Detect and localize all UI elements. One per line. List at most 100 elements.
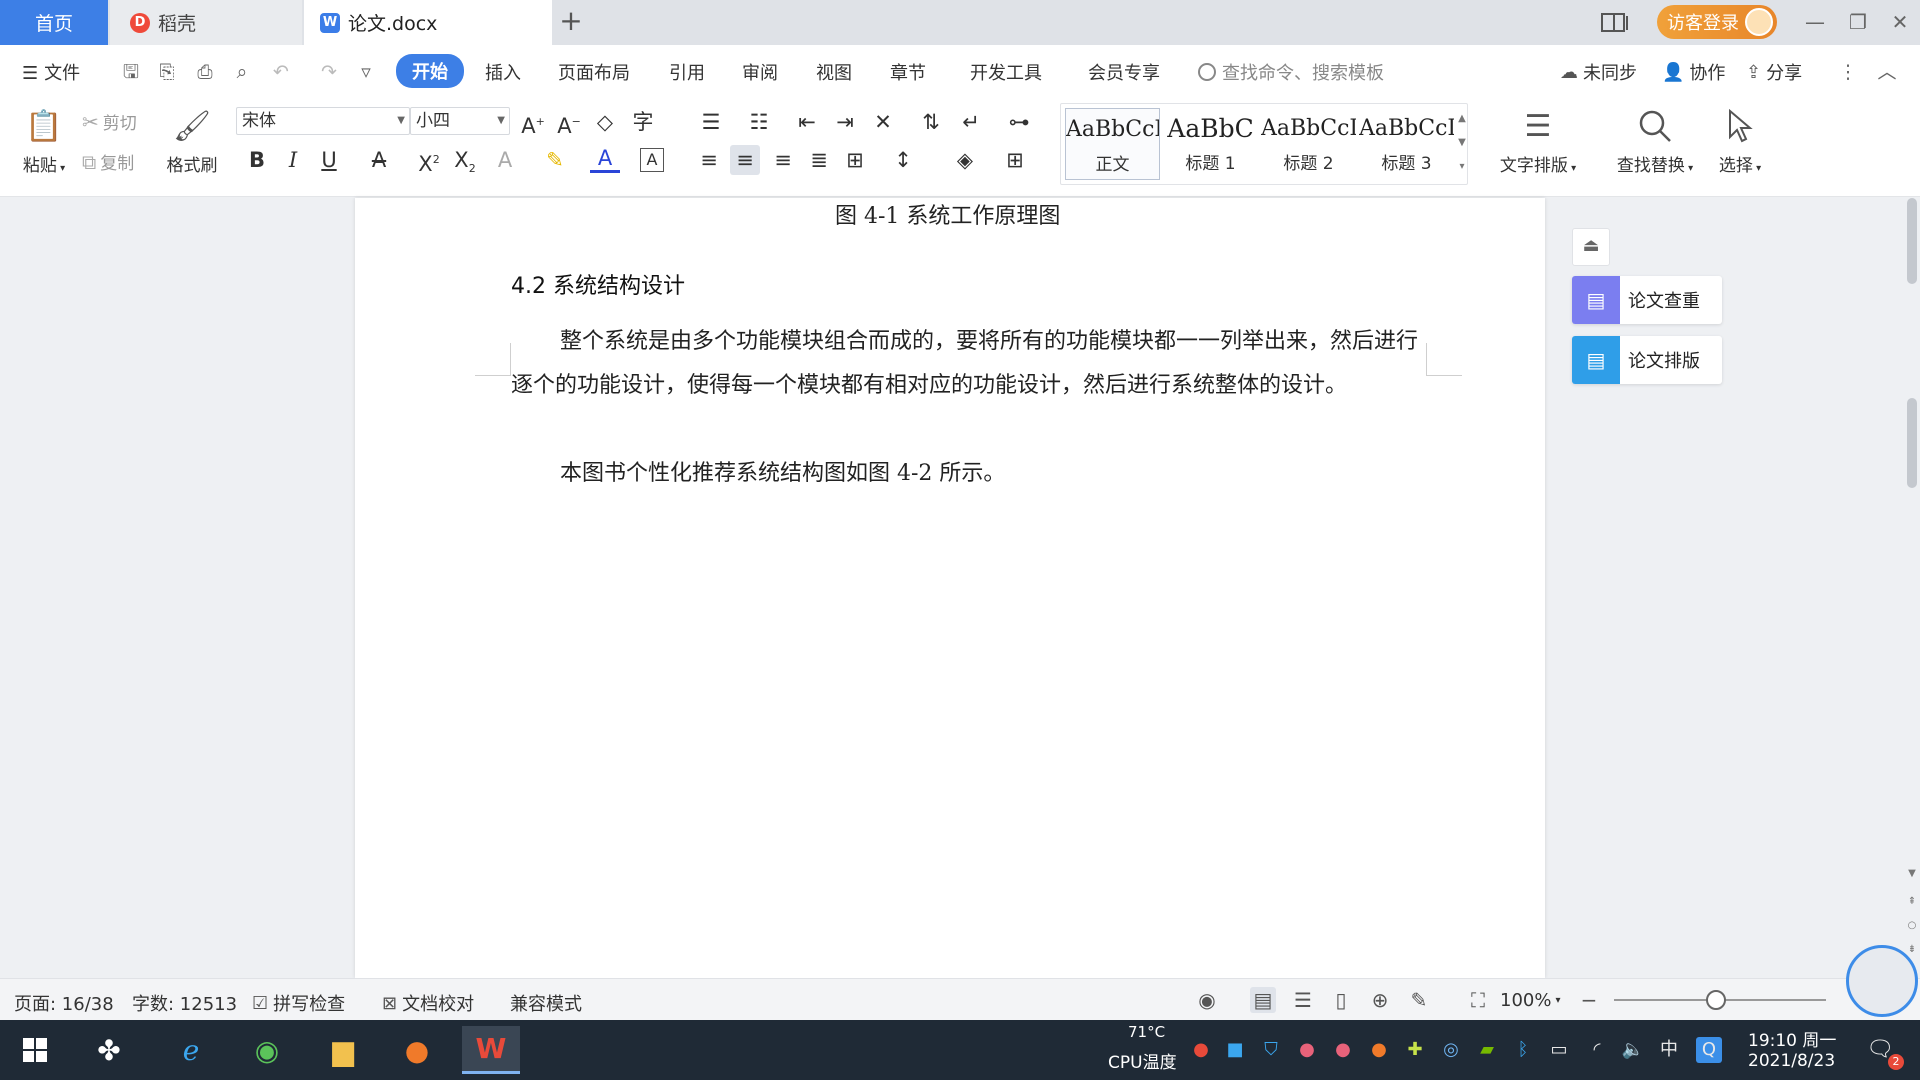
select-browse-icon[interactable]: ○ [1904,920,1920,931]
menu-insert[interactable]: 插入 [485,59,521,85]
print-icon[interactable]: ⎙ [192,59,218,85]
zoom-level-select[interactable]: 100% ▾ [1500,990,1561,1011]
tray-app-icon[interactable]: ◎ [1438,1037,1464,1063]
paper-layout-button[interactable]: ▤ 论文排版 [1572,336,1722,384]
style-heading-1[interactable]: AaBbC 标题 1 [1163,108,1258,180]
underline-icon[interactable]: U [314,145,344,175]
customize-toolbar-icon[interactable]: ▿ [353,59,379,85]
layout-switch-icon[interactable] [1600,8,1630,38]
style-heading-2[interactable]: AaBbCcI 标题 2 [1261,108,1356,180]
minimize-icon[interactable]: — [1795,6,1835,38]
tray-app-icon[interactable]: ■ [1222,1037,1248,1063]
tab-document[interactable]: W 论文.docx [304,0,552,45]
nvidia-icon[interactable]: ▰ [1474,1037,1500,1063]
increase-font-icon[interactable]: A+ [518,107,548,138]
increase-indent-icon[interactable]: ⇥ [830,107,860,137]
file-menu[interactable]: ☰ 文件 [22,59,80,85]
ie-browser-icon[interactable]: ℯ [162,1026,220,1074]
document-page[interactable]: 图 4-1 系统工作原理图 4.2 系统结构设计 整个系统是由多个功能模块组合而… [355,198,1545,978]
chinese-layout-icon[interactable]: ✕ [868,107,898,137]
wifi-icon[interactable]: ◜ [1584,1037,1610,1063]
prev-page-icon[interactable]: ⇞ [1904,896,1920,907]
menu-member[interactable]: 会员专享 [1088,59,1160,85]
style-gallery-scroll[interactable]: ▲ ▼ ▾ [1455,107,1469,179]
character-border-icon[interactable]: A [640,148,664,172]
font-size-select[interactable]: 小四 ▼ [410,107,510,135]
distributed-align-icon[interactable]: ⊞ [840,145,870,175]
tray-app-icon[interactable]: ● [1366,1037,1392,1063]
restore-icon[interactable]: ❐ [1838,6,1878,38]
doc-proof-button[interactable]: ⊠ 文档校对 [382,990,474,1016]
scroll-down-icon[interactable]: ▼ [1904,868,1920,879]
tab-ruler-icon[interactable]: ⊶ [1004,107,1034,137]
collapse-panel-icon[interactable]: ⏏ [1572,228,1610,266]
select-button[interactable]: 选择 ▾ [1712,105,1768,176]
font-name-select[interactable]: 宋体 ▼ [236,107,410,135]
write-mode-icon[interactable]: ✎ [1406,987,1432,1013]
start-windows-icon[interactable] [6,1026,64,1074]
style-normal[interactable]: AaBbCcI 正文 [1065,108,1160,180]
file-explorer-icon[interactable]: ▆ [314,1026,372,1074]
line-spacing-icon[interactable]: ↕ [888,145,918,175]
menu-chapter[interactable]: 章节 [890,59,926,85]
bullet-list-icon[interactable]: ☰ [696,107,726,137]
reading-view-icon[interactable]: ▯ [1328,987,1354,1013]
pinwheel-app-icon[interactable]: ✤ [80,1026,138,1074]
next-page-icon[interactable]: ⇟ [1904,944,1920,955]
format-painter-button[interactable]: 🖌 格式刷 [160,105,224,177]
align-right-icon[interactable]: ≡ [768,145,798,175]
fit-page-icon[interactable]: ⛶ [1465,987,1491,1013]
collapse-ribbon-icon[interactable]: ︿ [1874,59,1900,85]
new-tab-icon[interactable]: + [556,6,586,36]
zoom-slider-handle[interactable] [1706,990,1726,1010]
web-view-icon[interactable]: ⊕ [1367,987,1393,1013]
paper-check-button[interactable]: ▤ 论文查重 [1572,276,1722,324]
battery-icon[interactable]: ▭ [1546,1037,1572,1063]
shading-icon[interactable]: ◈ [950,145,980,175]
more-options-icon[interactable]: ⋮ [1835,59,1861,85]
style-heading-3[interactable]: AaBbCcI 标题 3 [1359,108,1454,180]
eye-protection-icon[interactable]: ◉ [1194,987,1220,1013]
print-preview-icon[interactable]: ⌕ [229,59,255,85]
shield-icon[interactable]: ⛉ [1258,1037,1284,1063]
paste-button[interactable]: 📋 粘贴 ▾ [16,105,72,177]
orange-app-icon[interactable]: ● [388,1026,446,1074]
align-center-icon[interactable]: ≡ [730,145,760,175]
highlight-icon[interactable]: ✎ [540,145,570,175]
search-app-icon[interactable]: Q [1696,1037,1722,1063]
menu-references[interactable]: 引用 [669,59,705,85]
visitor-login-button[interactable]: 访客登录 [1657,5,1777,39]
tab-daoke[interactable]: D 稻壳 [110,0,302,45]
tray-app-icon[interactable]: ● [1330,1037,1356,1063]
output-pdf-icon[interactable]: ⎘ [154,59,180,85]
menu-developer[interactable]: 开发工具 [970,59,1042,85]
sync-status-button[interactable]: ☁ 未同步 [1560,59,1637,85]
clock-date[interactable]: 2021/8/23 [1748,1051,1835,1071]
undo-icon[interactable]: ↶ [268,59,294,85]
assistant-icon[interactable] [1846,945,1918,1017]
menu-page-layout[interactable]: 页面布局 [558,59,630,85]
zoom-out-icon[interactable]: − [1576,987,1602,1013]
cut-button[interactable]: ✂ 剪切 [82,109,137,135]
page-indicator[interactable]: 页面: 16/38 [14,990,114,1016]
strikethrough-icon[interactable]: A [364,145,394,175]
justify-icon[interactable]: ≣ [804,145,834,175]
word-count[interactable]: 字数: 12513 [132,990,237,1016]
align-left-icon[interactable]: ≡ [694,145,724,175]
vertical-scrollbar[interactable]: ▼ ⇞ ○ ⇟ [1904,198,1920,978]
numbered-list-icon[interactable]: ☷ [744,107,774,137]
font-color-icon[interactable]: A [590,145,620,173]
scrollbar-thumb[interactable] [1907,398,1917,488]
wps-office-icon[interactable]: W [462,1026,520,1074]
outline-view-icon[interactable]: ☰ [1290,987,1316,1013]
share-button[interactable]: ⇪ 分享 [1746,59,1802,85]
tray-app-icon[interactable]: ● [1294,1037,1320,1063]
subscript-icon[interactable]: X2 [450,145,480,175]
find-replace-button[interactable]: 查找替换 ▾ [1610,105,1700,176]
save-icon[interactable]: 🖫 [118,59,144,85]
phonetic-guide-icon[interactable]: 字 [628,107,658,137]
volume-icon[interactable]: 🔈 [1620,1037,1646,1063]
menu-review[interactable]: 审阅 [742,59,778,85]
decrease-font-icon[interactable]: A− [554,107,584,138]
text-effect-icon[interactable]: A [490,145,520,175]
